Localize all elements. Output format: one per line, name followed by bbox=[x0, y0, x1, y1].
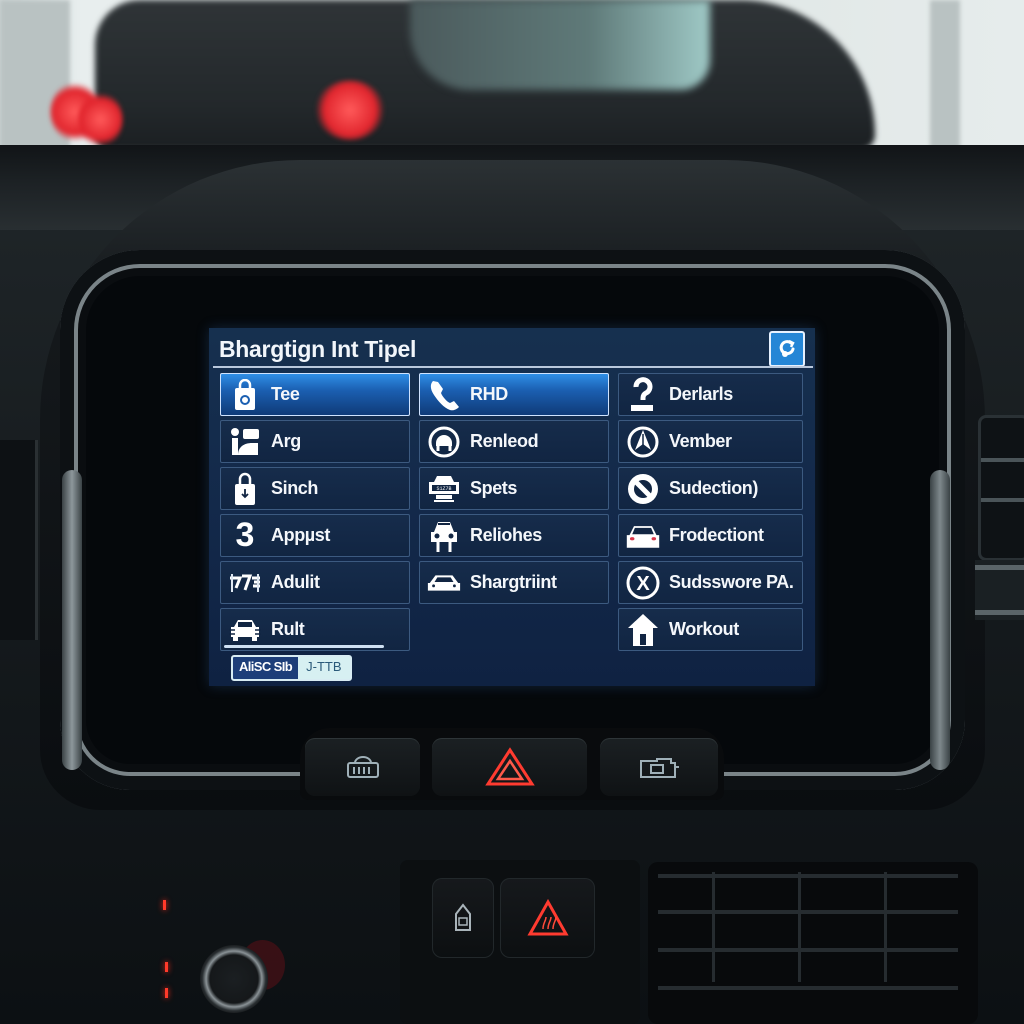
menu-tile-label: Reliohes bbox=[470, 525, 542, 545]
car-rear-icon bbox=[625, 518, 661, 554]
screen-title: Bhargtign Int Tipel bbox=[219, 336, 417, 362]
menu-tile-label: Workout bbox=[669, 619, 739, 639]
menu-tile-shargtriint[interactable]: Shargtriint bbox=[419, 561, 609, 604]
menu-tile-arg[interactable]: Arg bbox=[220, 420, 410, 463]
tail-light bbox=[78, 92, 123, 147]
menu-tile-reliohes[interactable]: Reliohes bbox=[419, 514, 609, 557]
indicator-led bbox=[165, 962, 168, 972]
vent-slat bbox=[658, 948, 958, 952]
seat-circle-icon bbox=[426, 424, 462, 460]
prohibited-icon bbox=[625, 471, 661, 507]
svg-text:X: X bbox=[636, 573, 650, 595]
svg-text:S1Z7B: S1Z7B bbox=[436, 486, 451, 492]
hazard-triangle-icon bbox=[526, 899, 569, 936]
menu-tile-appust[interactable]: 3 Appµst bbox=[220, 514, 410, 557]
climate-knob[interactable] bbox=[200, 945, 268, 1013]
vent-fin bbox=[798, 872, 801, 982]
menu-tile-sudection[interactable]: Sudection) bbox=[618, 467, 803, 510]
menu-tile-adulit[interactable]: Adulit bbox=[220, 561, 410, 604]
menu-tile-label: Tee bbox=[271, 384, 300, 404]
menu-tile-label: Appµst bbox=[271, 525, 330, 545]
vent-fin bbox=[884, 872, 887, 982]
right-vent[interactable] bbox=[978, 415, 1024, 561]
shopping-bag-icon bbox=[227, 377, 263, 413]
seat-heater-button[interactable] bbox=[305, 738, 420, 796]
vent-fin bbox=[712, 872, 715, 982]
passenger-icon bbox=[227, 424, 263, 460]
status-badge: AliSC SIb J-TTB bbox=[231, 655, 352, 681]
number-3-icon: 3 bbox=[235, 516, 255, 554]
tag-icon bbox=[455, 903, 471, 931]
menu-tile-workout[interactable]: Workout bbox=[618, 608, 803, 651]
hazard-button[interactable] bbox=[432, 738, 587, 796]
vent-slat bbox=[658, 910, 958, 914]
refresh-settings-icon bbox=[779, 339, 795, 357]
engine-button[interactable] bbox=[600, 738, 718, 796]
left-vent bbox=[0, 440, 38, 640]
vent-slat bbox=[981, 458, 1024, 462]
hazard-lower-button[interactable] bbox=[500, 878, 595, 958]
vent-slat bbox=[658, 874, 958, 878]
indicator-led bbox=[165, 988, 168, 998]
vent-slat bbox=[981, 498, 1024, 502]
badge-left-text: AliSC SIb bbox=[233, 657, 299, 679]
badge-right-text: J-TTB bbox=[306, 659, 342, 674]
hazard-triangle-icon bbox=[484, 747, 535, 786]
scroll-indicator[interactable] bbox=[224, 645, 384, 648]
chrome-trim-right bbox=[930, 470, 950, 770]
menu-tile-label: Frodectiont bbox=[669, 525, 764, 545]
car-ahead-window bbox=[410, 0, 710, 90]
menu-tile-label: Derlarls bbox=[669, 384, 733, 404]
center-vent[interactable] bbox=[648, 862, 978, 1024]
menu-column-3: Derlarls Vember Sudection) Frodectiont X… bbox=[618, 373, 803, 655]
menu-tile-label: Sudsswore PA. bbox=[669, 572, 794, 592]
vent-slat bbox=[975, 610, 1024, 615]
menu-tile-label: Spets bbox=[470, 478, 518, 498]
menu-tile-vember[interactable]: Vember bbox=[618, 420, 803, 463]
tail-light bbox=[315, 80, 385, 140]
menu-tile-label: RHD bbox=[470, 384, 508, 404]
vent-slat bbox=[658, 986, 958, 990]
phone-icon bbox=[426, 377, 462, 413]
title-divider bbox=[213, 366, 813, 368]
menu-tile-label: Vember bbox=[669, 431, 732, 451]
menu-tile-frodectiont[interactable]: Frodectiont bbox=[618, 514, 803, 557]
menu-tile-tee[interactable]: Tee bbox=[220, 373, 410, 416]
glitch-icon bbox=[227, 565, 263, 601]
engine-check-icon bbox=[640, 758, 679, 778]
lock-button[interactable] bbox=[432, 878, 494, 958]
right-vent-lower[interactable] bbox=[975, 560, 1024, 620]
menu-tile-derlarls[interactable]: Derlarls bbox=[618, 373, 803, 416]
car-lift-icon bbox=[426, 518, 462, 554]
radiator-icon bbox=[346, 756, 379, 778]
indicator-led bbox=[163, 900, 166, 910]
question-icon bbox=[625, 376, 661, 413]
menu-tile-spets[interactable]: S1Z7B Spets bbox=[419, 467, 609, 510]
menu-tile-label: Arg bbox=[271, 431, 301, 451]
vehicle-plate-icon: S1Z7B bbox=[426, 471, 462, 507]
vent-slat bbox=[975, 565, 1024, 570]
menu-tile-label: Adulit bbox=[271, 572, 320, 592]
menu-tile-sudsswore[interactable]: X Sudsswore PA. bbox=[618, 561, 803, 604]
home-icon bbox=[625, 612, 661, 648]
corner-settings-button[interactable] bbox=[769, 331, 805, 367]
menu-tile-label: Renleod bbox=[470, 431, 539, 451]
menu-tile-sinch[interactable]: Sinch bbox=[220, 467, 410, 510]
close-circle-icon: X bbox=[625, 565, 661, 601]
car-front-icon bbox=[227, 612, 263, 648]
navigation-arrow-icon bbox=[625, 424, 661, 460]
car-icon bbox=[426, 565, 462, 601]
menu-tile-rhd[interactable]: RHD bbox=[419, 373, 609, 416]
window-pillar bbox=[930, 0, 960, 160]
menu-column-1: Tee Arg Sinch 3 Appµst Adulit Rult bbox=[220, 373, 410, 655]
infotainment-screen: Bhargtign Int Tipel Tee Arg Sinch 3 Appµ… bbox=[209, 328, 815, 686]
chrome-trim-left bbox=[62, 470, 82, 770]
menu-tile-label: Sinch bbox=[271, 478, 319, 498]
menu-column-2: RHD Renleod S1Z7B Spets Reliohes Shargtr… bbox=[419, 373, 609, 608]
menu-tile-label: Rult bbox=[271, 619, 305, 639]
menu-tile-label: Shargtriint bbox=[470, 572, 557, 592]
lock-download-icon bbox=[227, 471, 263, 507]
menu-tile-renleod[interactable]: Renleod bbox=[419, 420, 609, 463]
menu-tile-label: Sudection) bbox=[669, 478, 758, 498]
